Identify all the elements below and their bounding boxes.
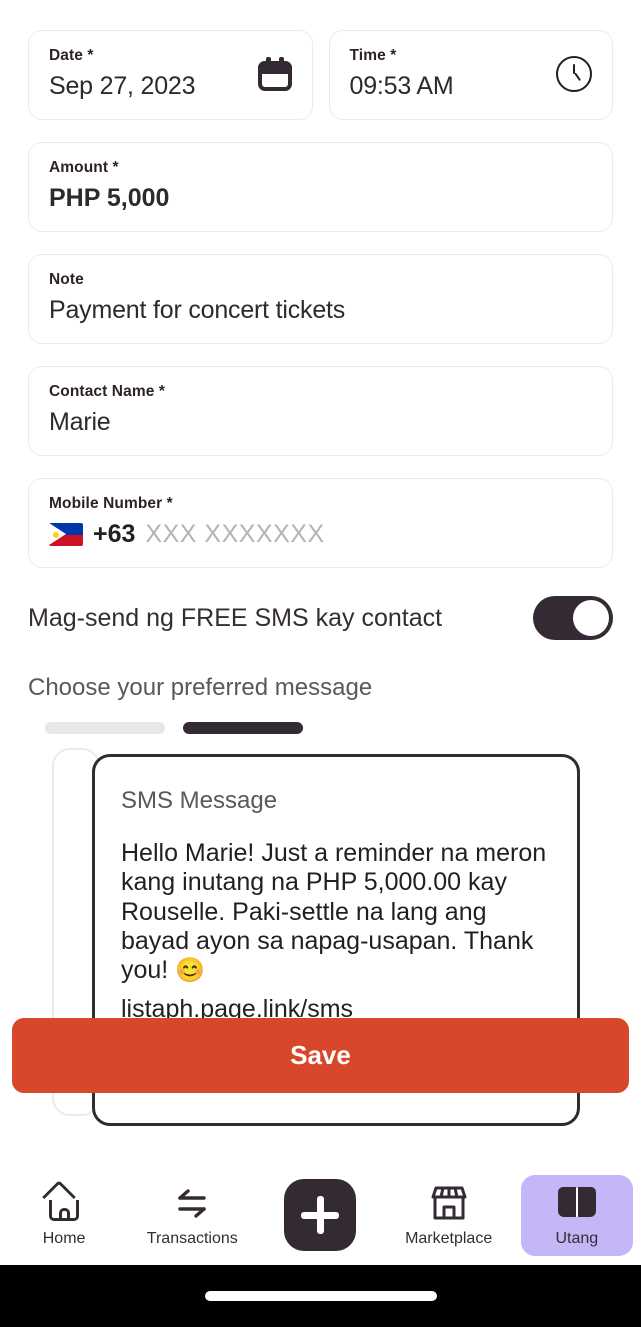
carousel-indicator-2[interactable] [183, 722, 303, 734]
plus-icon[interactable] [284, 1179, 357, 1251]
time-field[interactable]: Time * 09:53 AM [328, 30, 613, 120]
switch-knob [573, 600, 609, 636]
book-icon [557, 1183, 597, 1223]
note-field-text: Note Payment for concert tickets [49, 271, 592, 325]
smiling-face-emoji: 😊 [175, 957, 206, 984]
nav-label-utang: Utang [555, 1230, 599, 1247]
contact-name-field-text: Contact Name * Marie [49, 383, 592, 437]
utang-form: Date * Sep 27, 2023 Time * 09:53 AM Amou… [0, 0, 641, 568]
amount-value: PHP 5,000 [49, 184, 170, 212]
note-field[interactable]: Note Payment for concert tickets [28, 254, 613, 344]
mobile-number-field[interactable]: Mobile Number * +63 XXX XXXXXXX [28, 478, 613, 568]
system-home-bar [0, 1265, 641, 1327]
amount-field[interactable]: Amount * PHP 5,000 [28, 142, 613, 232]
choose-message-heading: Choose your preferred message [28, 674, 373, 701]
bottom-navigation: Home Transactions Marketplace Utang [0, 1168, 641, 1258]
home-indicator[interactable] [204, 1291, 437, 1301]
note-label: Note [49, 271, 84, 288]
contact-name-label: Contact Name * [49, 383, 165, 400]
time-field-text: Time * 09:53 AM [350, 47, 545, 101]
app-screen: Date * Sep 27, 2023 Time * 09:53 AM Amou… [0, 0, 641, 1327]
carousel-indicator-1[interactable] [45, 722, 165, 734]
mobile-number-label: Mobile Number * [49, 495, 173, 512]
amount-label: Amount * [49, 159, 119, 176]
nav-label-home: Home [42, 1230, 86, 1247]
country-code: +63 [93, 520, 136, 548]
clock-icon[interactable] [556, 56, 592, 92]
sms-message-title: SMS Message [121, 787, 278, 814]
save-button[interactable]: Save [12, 1018, 629, 1093]
amount-field-text: Amount * PHP 5,000 [49, 159, 592, 213]
home-icon [42, 1180, 84, 1223]
storefront-icon [429, 1183, 469, 1223]
time-label: Time * [349, 47, 397, 64]
contact-name-value: Marie [49, 408, 111, 436]
date-value: Sep 27, 2023 [49, 72, 196, 100]
nav-item-home[interactable]: Home [8, 1175, 120, 1256]
nav-item-marketplace[interactable]: Marketplace [393, 1175, 505, 1256]
transactions-swap-icon [170, 1183, 214, 1223]
time-value: 09:53 AM [349, 72, 454, 100]
date-field[interactable]: Date * Sep 27, 2023 [28, 30, 313, 120]
nav-item-utang[interactable]: Utang [520, 1175, 633, 1256]
note-value: Payment for concert tickets [49, 296, 346, 324]
contact-name-field[interactable]: Contact Name * Marie [28, 366, 613, 456]
free-sms-toggle-row[interactable]: Mag-send ng FREE SMS kay contact [0, 590, 641, 640]
nav-item-transactions[interactable]: Transactions [136, 1175, 248, 1256]
mobile-number-field-text: Mobile Number * +63 XXX XXXXXXX [49, 495, 592, 549]
carousel-indicators[interactable] [0, 722, 641, 734]
philippines-flag-icon [49, 523, 83, 546]
calendar-icon[interactable] [257, 57, 292, 91]
nav-item-add[interactable] [264, 1175, 376, 1259]
sms-message-body: Hello Marie! Just a reminder na meron ka… [121, 839, 551, 985]
date-label: Date * [49, 47, 94, 64]
date-time-row: Date * Sep 27, 2023 Time * 09:53 AM [28, 30, 613, 142]
mobile-number-input-row[interactable]: +63 XXX XXXXXXX [49, 520, 592, 549]
date-field-text: Date * Sep 27, 2023 [49, 47, 246, 101]
free-sms-switch[interactable] [533, 596, 613, 640]
mobile-number-placeholder: XXX XXXXXXX [145, 520, 325, 548]
nav-label-transactions: Transactions [146, 1230, 238, 1247]
nav-label-marketplace: Marketplace [405, 1230, 493, 1247]
free-sms-label: Mag-send ng FREE SMS kay contact [28, 603, 443, 632]
